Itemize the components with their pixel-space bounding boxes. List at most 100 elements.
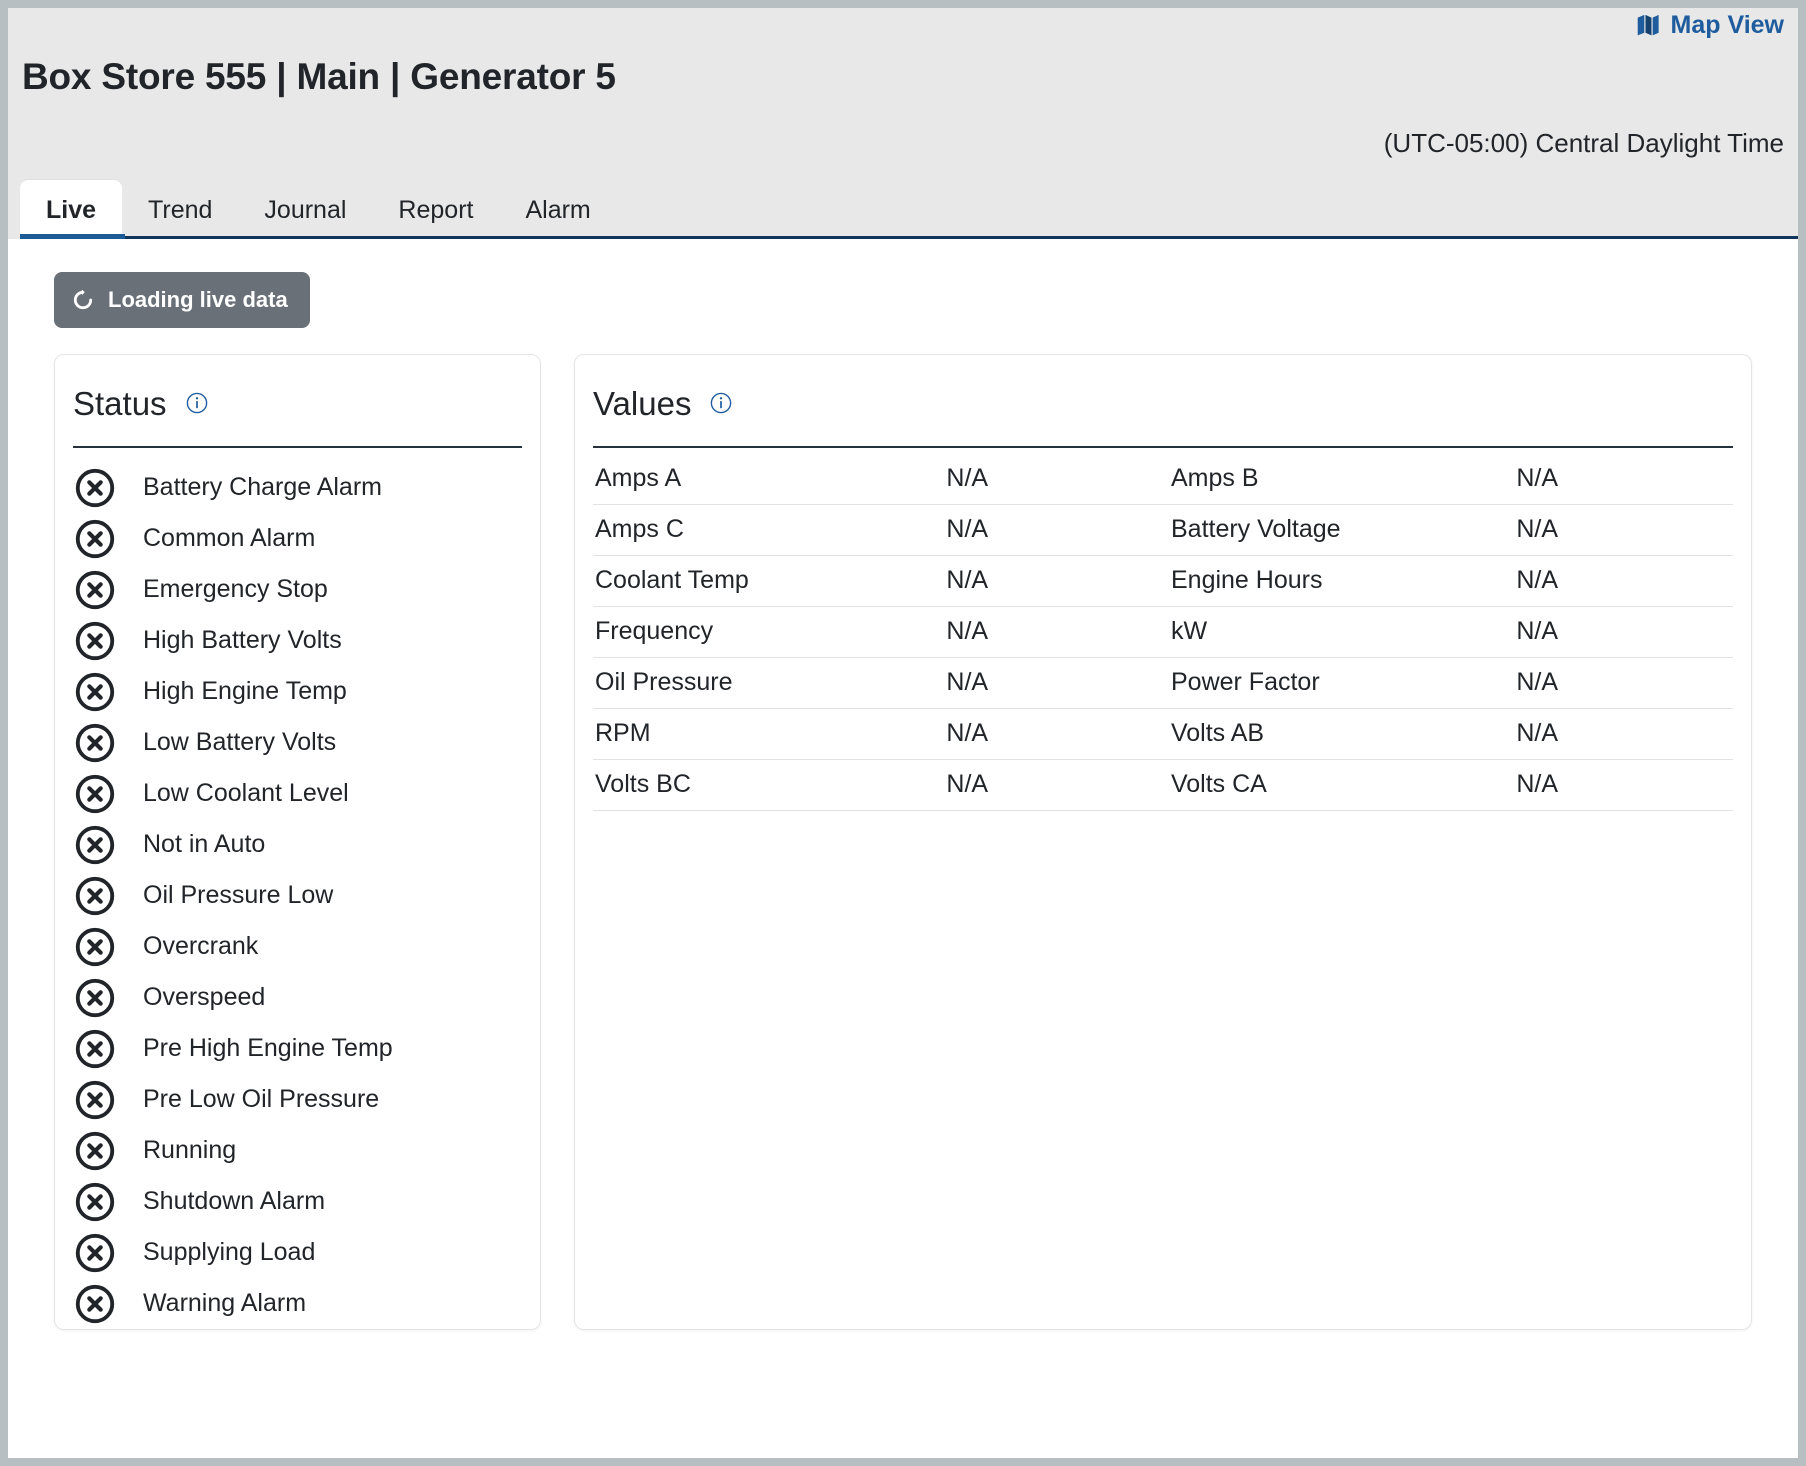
status-row: High Engine Temp (73, 666, 522, 717)
table-row: Amps AN/AAmps BN/A (593, 454, 1733, 505)
x-circle-icon (73, 1282, 117, 1326)
value-label: RPM (593, 709, 946, 760)
value-reading: N/A (1516, 505, 1733, 556)
status-row: Shutdown Alarm (73, 1176, 522, 1227)
loading-live-data-label: Loading live data (108, 287, 288, 313)
table-row: Volts BCN/AVolts CAN/A (593, 760, 1733, 811)
value-reading: N/A (946, 556, 1163, 607)
status-card: Status Battery Charge Alarm Common Alarm E… (54, 354, 541, 1330)
x-circle-icon (73, 1231, 117, 1275)
values-card-divider (593, 446, 1733, 448)
value-label: Amps A (593, 454, 946, 505)
value-label: Coolant Temp (593, 556, 946, 607)
x-circle-icon (73, 568, 117, 612)
x-circle-icon (73, 517, 117, 561)
value-reading: N/A (1516, 607, 1733, 658)
status-label: Overspeed (143, 983, 265, 1012)
status-label: Not in Auto (143, 830, 265, 859)
x-circle-icon (73, 670, 117, 714)
tab-report[interactable]: Report (372, 180, 499, 239)
status-row: Overcrank (73, 921, 522, 972)
info-circle-icon[interactable] (185, 391, 209, 415)
status-label: Low Coolant Level (143, 779, 349, 808)
map-icon (1635, 12, 1661, 38)
value-reading: N/A (1516, 709, 1733, 760)
status-row: High Battery Volts (73, 615, 522, 666)
active-tab-indicator (20, 234, 125, 239)
value-reading: N/A (946, 505, 1163, 556)
spinner-icon (72, 289, 94, 311)
value-reading: N/A (946, 454, 1163, 505)
loading-live-data-button[interactable]: Loading live data (54, 272, 310, 328)
x-circle-icon (73, 874, 117, 918)
status-label: Pre Low Oil Pressure (143, 1085, 379, 1114)
status-row: Warning Alarm (73, 1278, 522, 1329)
panels-container: Status Battery Charge Alarm Common Alarm E… (54, 354, 1752, 1330)
tab-journal[interactable]: Journal (238, 180, 372, 239)
status-label: Running (143, 1136, 236, 1165)
map-view-link[interactable]: Map View (1635, 12, 1784, 38)
status-list: Battery Charge Alarm Common Alarm Emergenc… (73, 448, 522, 1329)
status-label: High Engine Temp (143, 677, 347, 706)
table-row: FrequencyN/AkWN/A (593, 607, 1733, 658)
value-reading: N/A (1516, 760, 1733, 811)
table-row: Oil PressureN/APower FactorN/A (593, 658, 1733, 709)
value-label: kW (1163, 607, 1516, 658)
x-circle-icon (73, 1129, 117, 1173)
status-row: Common Alarm (73, 513, 522, 564)
tab-bar: LiveTrendJournalReportAlarm (20, 180, 617, 239)
status-row: Not in Auto (73, 819, 522, 870)
value-label: Frequency (593, 607, 946, 658)
x-circle-icon (73, 1027, 117, 1071)
status-title: Status (73, 387, 167, 420)
tab-trend[interactable]: Trend (122, 180, 238, 239)
x-circle-icon (73, 619, 117, 663)
value-reading: N/A (946, 607, 1163, 658)
value-reading: N/A (1516, 556, 1733, 607)
info-circle-icon[interactable] (709, 391, 733, 415)
status-label: Battery Charge Alarm (143, 473, 382, 502)
status-label: Overcrank (143, 932, 258, 961)
status-label: Emergency Stop (143, 575, 328, 604)
status-label: Pre High Engine Temp (143, 1034, 393, 1063)
status-row: Pre High Engine Temp (73, 1023, 522, 1074)
value-label: Amps B (1163, 454, 1516, 505)
value-label: Battery Voltage (1163, 505, 1516, 556)
value-reading: N/A (946, 658, 1163, 709)
status-label: Oil Pressure Low (143, 881, 333, 910)
status-label: High Battery Volts (143, 626, 342, 655)
values-card-header: Values (593, 355, 1733, 418)
status-card-header: Status (73, 355, 522, 418)
value-label: Amps C (593, 505, 946, 556)
status-label: Low Battery Volts (143, 728, 336, 757)
timezone-label: (UTC-05:00) Central Daylight Time (1384, 128, 1784, 159)
page-header: Map View Box Store 555 | Main | Generato… (8, 8, 1798, 239)
status-label: Shutdown Alarm (143, 1187, 325, 1216)
x-circle-icon (73, 1078, 117, 1122)
status-row: Low Coolant Level (73, 768, 522, 819)
values-table: Amps AN/AAmps BN/AAmps CN/ABattery Volta… (593, 454, 1733, 811)
value-label: Power Factor (1163, 658, 1516, 709)
status-label: Common Alarm (143, 524, 315, 553)
value-reading: N/A (1516, 658, 1733, 709)
tab-alarm[interactable]: Alarm (499, 180, 616, 239)
status-row: Overspeed (73, 972, 522, 1023)
x-circle-icon (73, 823, 117, 867)
value-label: Volts CA (1163, 760, 1516, 811)
value-label: Volts BC (593, 760, 946, 811)
value-label: Oil Pressure (593, 658, 946, 709)
status-row: Pre Low Oil Pressure (73, 1074, 522, 1125)
status-row: Emergency Stop (73, 564, 522, 615)
value-reading: N/A (1516, 454, 1733, 505)
x-circle-icon (73, 772, 117, 816)
value-label: Engine Hours (1163, 556, 1516, 607)
value-reading: N/A (946, 709, 1163, 760)
x-circle-icon (73, 925, 117, 969)
table-row: Coolant TempN/AEngine HoursN/A (593, 556, 1733, 607)
table-row: RPMN/AVolts ABN/A (593, 709, 1733, 760)
app-window: Map View Box Store 555 | Main | Generato… (0, 0, 1806, 1466)
tab-live[interactable]: Live (20, 180, 122, 239)
status-row: Running (73, 1125, 522, 1176)
value-reading: N/A (946, 760, 1163, 811)
values-title: Values (593, 387, 691, 420)
